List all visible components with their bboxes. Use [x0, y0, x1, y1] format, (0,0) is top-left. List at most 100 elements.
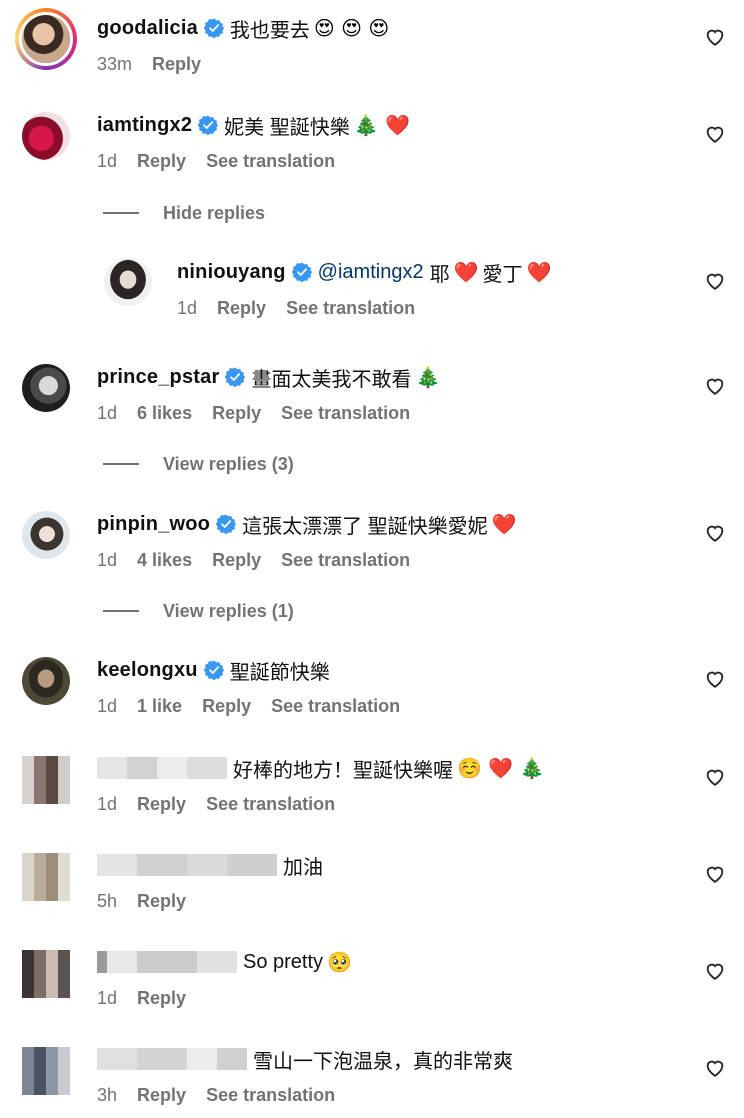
heart-icon[interactable] [704, 375, 726, 397]
see-translation-button[interactable]: See translation [286, 298, 415, 319]
see-translation-button[interactable]: See translation [271, 696, 400, 717]
username-link[interactable]: keelongxu [97, 659, 198, 682]
reply-button[interactable]: Reply [137, 988, 186, 1009]
reply-button[interactable]: Reply [137, 1085, 186, 1106]
likes-count[interactable]: 1 like [137, 696, 182, 717]
blurred-username[interactable] [97, 1048, 247, 1070]
timestamp: 1d [97, 695, 118, 716]
view-replies-label: View replies (1) [163, 600, 294, 621]
see-translation-button[interactable]: See translation [206, 151, 335, 172]
hide-replies-button[interactable]: Hide replies [103, 201, 265, 225]
emoji: 🎄 [415, 365, 441, 389]
reply-button[interactable]: Reply [202, 696, 251, 717]
avatar[interactable] [22, 364, 70, 412]
avatar[interactable] [15, 8, 77, 70]
comment-line: niniouyang @iamtingx2 耶 ❤️ 愛丁 ❤️ [177, 257, 551, 287]
verified-badge-icon [291, 262, 312, 282]
avatar[interactable] [104, 258, 152, 306]
blurred-username[interactable] [97, 757, 227, 779]
avatar[interactable] [22, 511, 70, 559]
comment-text: 加油 [283, 856, 323, 879]
timestamp: 1d [97, 549, 118, 570]
comment-line: So pretty 🥺 [97, 947, 352, 977]
heart-icon[interactable] [704, 26, 726, 48]
reply-button[interactable]: Reply [137, 891, 186, 912]
emoji: ❤️ [491, 512, 517, 536]
heart-icon[interactable] [704, 1057, 726, 1079]
username-link[interactable]: niniouyang [177, 261, 286, 284]
reply-button[interactable]: Reply [217, 298, 266, 319]
blurred-username[interactable] [97, 951, 237, 973]
comment-meta: 1d Reply See translation [177, 296, 435, 320]
comment-meta: 1d Reply See translation [97, 792, 355, 816]
comment-line: keelongxu 聖誕節快樂 [97, 655, 330, 685]
divider [103, 212, 139, 214]
comment-text: 畫面太美我不敢看 [251, 368, 412, 391]
avatar[interactable] [22, 657, 70, 705]
comment-line: 加油 [97, 850, 323, 880]
heart-icon[interactable] [704, 270, 726, 292]
username-link[interactable]: pinpin_woo [97, 513, 210, 536]
see-translation-button[interactable]: See translation [206, 794, 335, 815]
username-link[interactable]: prince_pstar [97, 366, 219, 389]
comment-text: 好棒的地方！聖誕快樂喔 [233, 759, 453, 782]
mention-link[interactable]: @iamtingx2 [318, 261, 424, 284]
view-replies-button[interactable]: View replies (1) [103, 599, 294, 623]
blurred-username[interactable] [97, 854, 277, 876]
comment-text: 妮美 聖誕快樂 [224, 116, 350, 139]
avatar[interactable] [22, 950, 70, 998]
timestamp: 1d [97, 402, 118, 423]
reply-item: niniouyang @iamtingx2 耶 ❤️ 愛丁 ❤️ 1d Repl… [0, 248, 744, 338]
view-replies-label: View replies (3) [163, 453, 294, 474]
username-link[interactable]: goodalicia [97, 17, 198, 40]
emoji: ❤️ [453, 260, 479, 284]
reply-button[interactable]: Reply [212, 403, 261, 424]
heart-icon[interactable] [704, 522, 726, 544]
avatar[interactable] [22, 756, 70, 804]
verified-badge-icon [203, 18, 224, 38]
comment-text: 聖誕節快樂 [229, 661, 330, 684]
timestamp: 33m [97, 53, 133, 74]
comment-text: 愛丁 [482, 263, 523, 286]
emoji: 🎄 ❤️ [353, 113, 410, 137]
comment-item: So pretty 🥺 1d Reply [0, 938, 744, 1028]
heart-icon[interactable] [704, 123, 726, 145]
comment-text: 我也要去 [229, 19, 310, 42]
emoji: 😍 😍 😍 [313, 16, 390, 40]
comment-meta: 33m Reply [97, 52, 221, 76]
comment-meta: 5h Reply [97, 889, 206, 913]
reply-button[interactable]: Reply [152, 54, 201, 75]
likes-count[interactable]: 4 likes [137, 550, 192, 571]
timestamp: 5h [97, 890, 118, 911]
avatar[interactable] [22, 1047, 70, 1095]
emoji: ☺️ ❤️ 🎄 [457, 756, 545, 780]
comment-meta: 1d Reply [97, 986, 206, 1010]
heart-icon[interactable] [704, 960, 726, 982]
see-translation-button[interactable]: See translation [206, 1085, 335, 1106]
heart-icon[interactable] [704, 766, 726, 788]
heart-icon[interactable] [704, 668, 726, 690]
username-link[interactable]: iamtingx2 [97, 114, 192, 137]
avatar[interactable] [22, 853, 70, 901]
divider [103, 610, 139, 612]
comment-meta: 1d 1 like Reply See translation [97, 694, 420, 718]
timestamp: 3h [97, 1084, 118, 1105]
comment-text: 耶 [429, 263, 450, 286]
reply-button[interactable]: Reply [212, 550, 261, 571]
see-translation-button[interactable]: See translation [281, 550, 410, 571]
comment-meta: 1d 4 likes Reply See translation [97, 548, 430, 572]
see-translation-button[interactable]: See translation [281, 403, 410, 424]
comment-item: iamtingx2 妮美 聖誕快樂 🎄 ❤️ 1d Reply See tran… [0, 100, 744, 190]
view-replies-button[interactable]: View replies (3) [103, 452, 294, 476]
comment-item: pinpin_woo 這張太漂漂了 聖誕快樂愛妮 ❤️ 1d 4 likes R… [0, 500, 744, 590]
reply-button[interactable]: Reply [137, 151, 186, 172]
verified-badge-icon [198, 115, 219, 135]
comment-item: prince_pstar 畫面太美我不敢看 🎄 1d 6 likes Reply… [0, 353, 744, 443]
timestamp: 1d [97, 987, 118, 1008]
emoji: 🥺 [327, 950, 352, 974]
likes-count[interactable]: 6 likes [137, 403, 192, 424]
timestamp: 1d [97, 150, 118, 171]
reply-button[interactable]: Reply [137, 794, 186, 815]
heart-icon[interactable] [704, 863, 726, 885]
avatar[interactable] [22, 112, 70, 160]
